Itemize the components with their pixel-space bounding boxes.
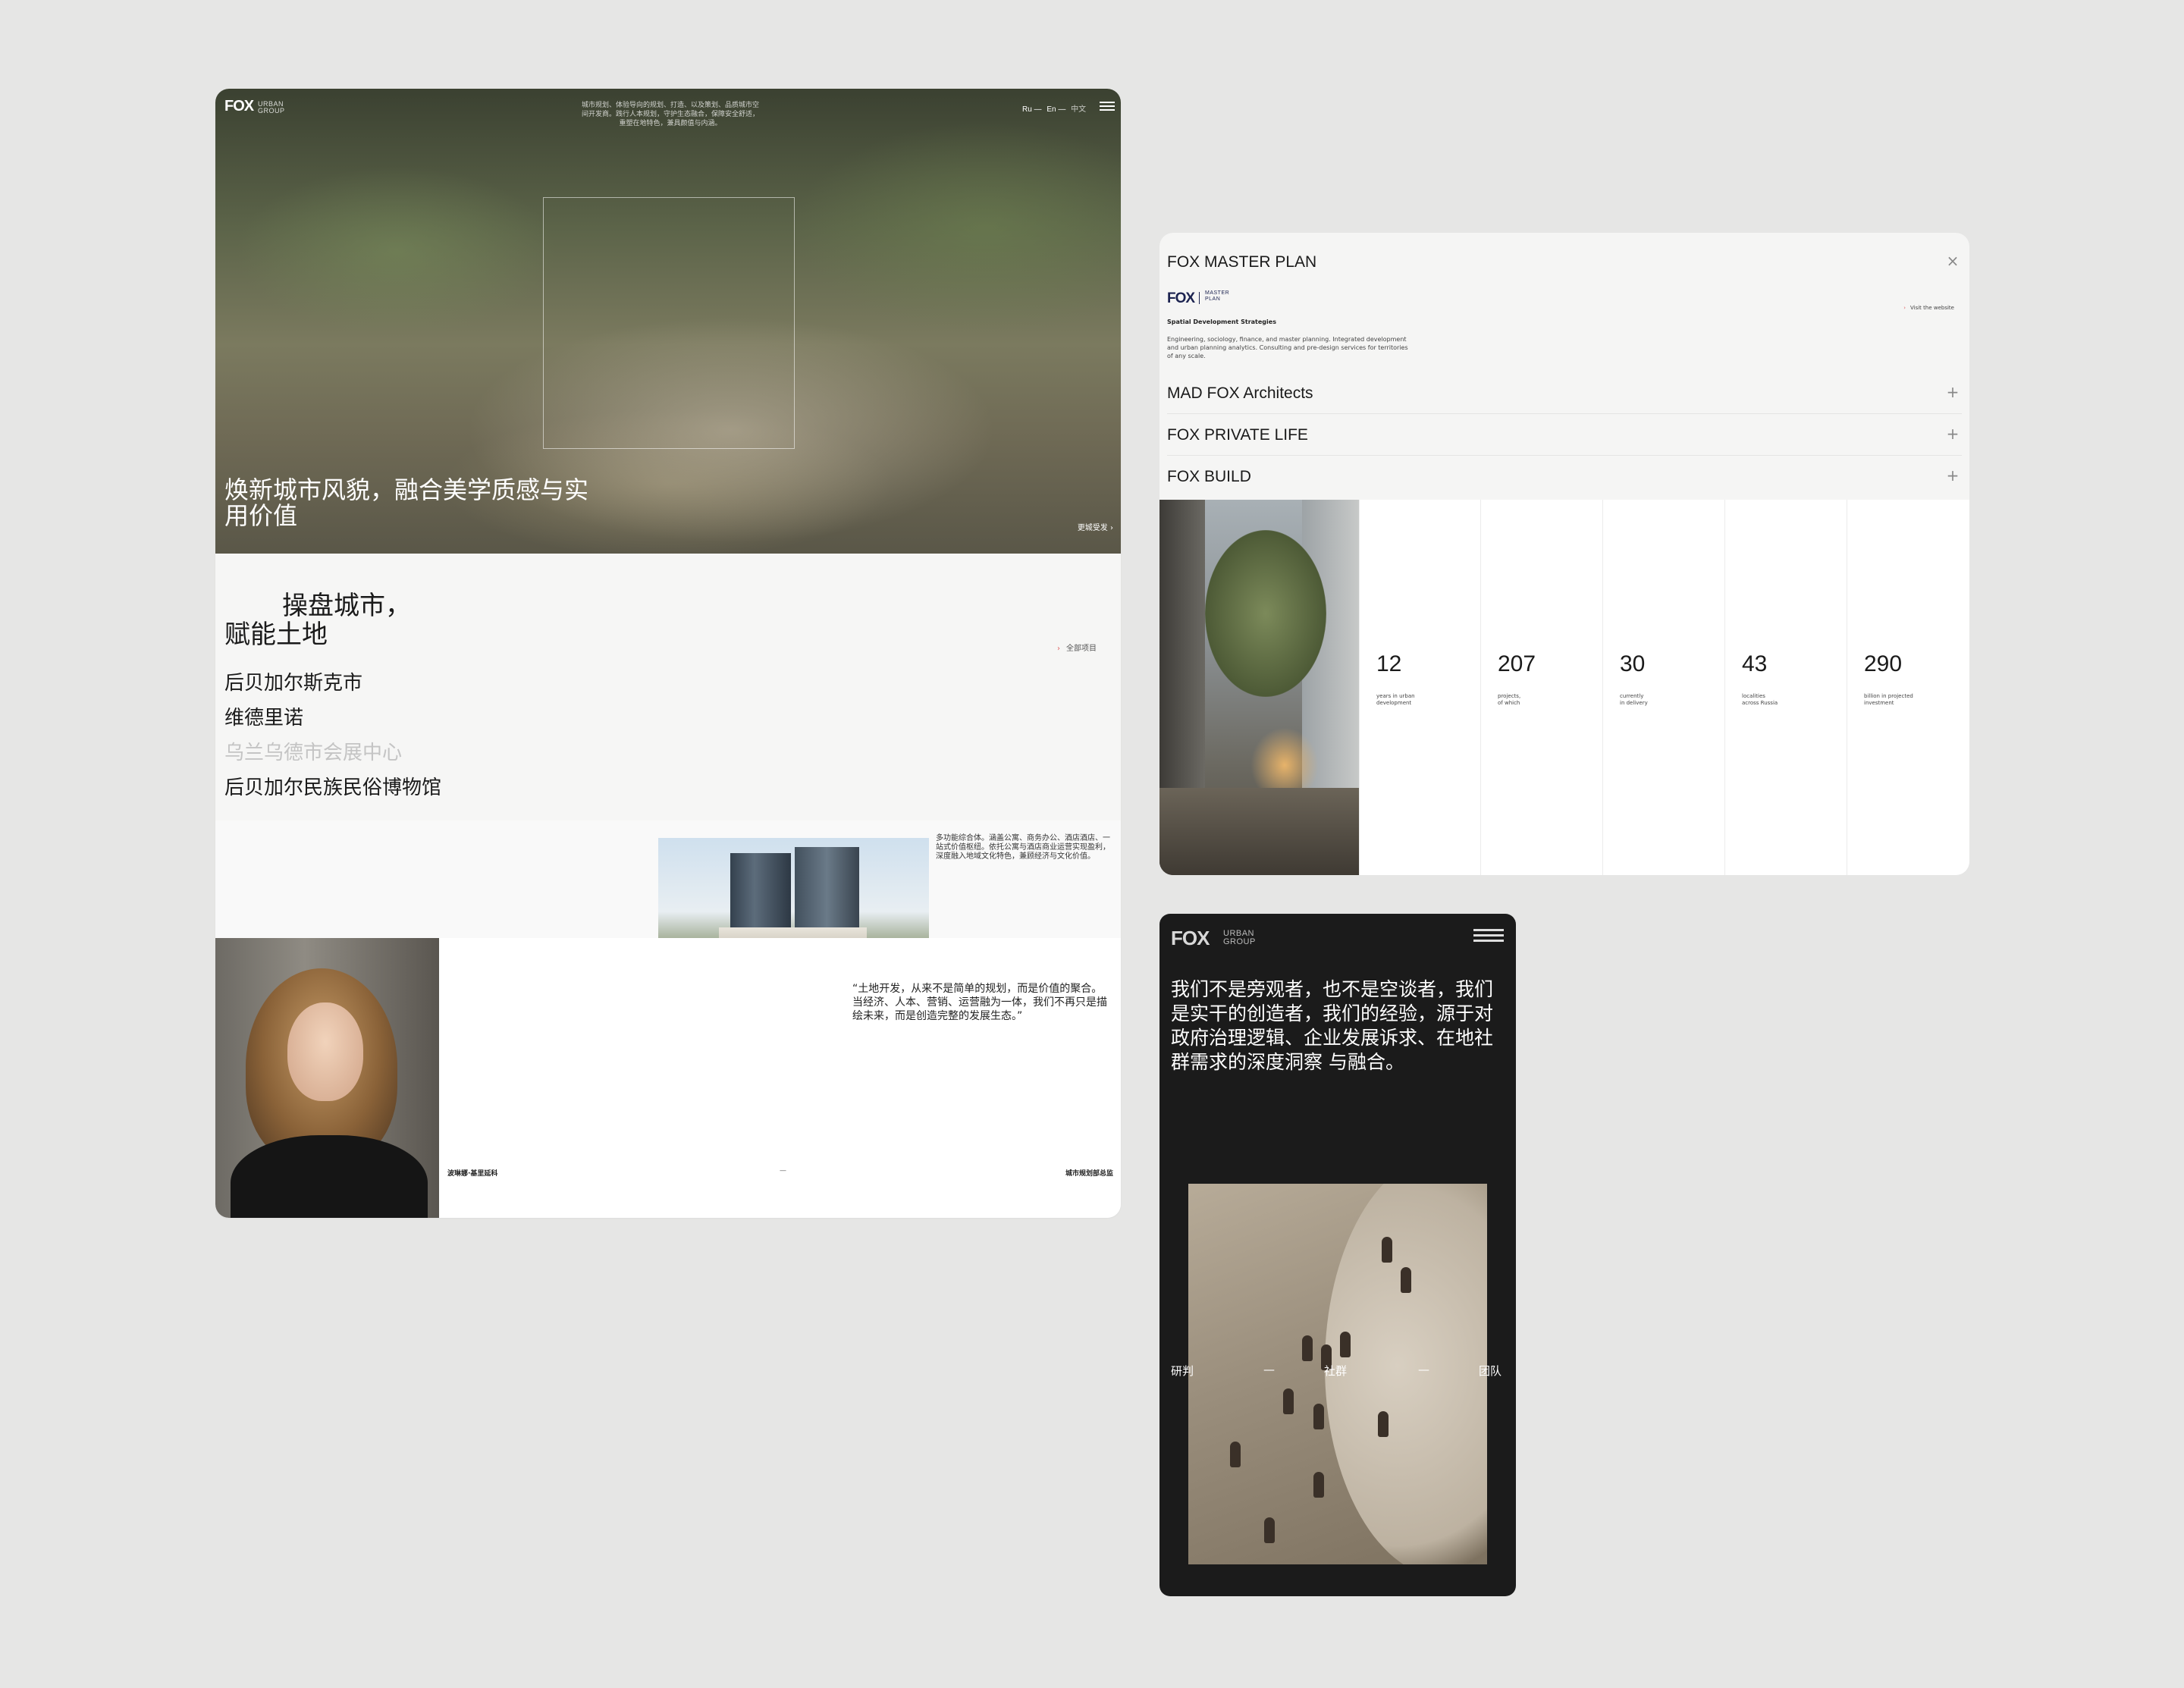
mission-statement: 我们不是旁观者，也不是空谈者，我们是实干的创造者，我们的经验，源于对政府治理逻辑… xyxy=(1171,978,1494,1073)
plus-icon[interactable]: + xyxy=(1944,466,1962,485)
divider-dash: — xyxy=(780,1167,786,1175)
master-plan-tag: Spatial Development Strategies xyxy=(1167,318,1276,325)
stat-label: billion in projected investment xyxy=(1864,693,1913,706)
stat-label: localities across Russia xyxy=(1742,693,1778,706)
stat-value: 207 xyxy=(1498,651,1536,676)
stat-column: 30 currently in delivery xyxy=(1602,500,1724,875)
project-item[interactable]: 后贝加尔民族民俗博物馆 xyxy=(224,770,441,805)
team-quote: “土地开发，从来不是简单的规划，而是价值的聚合。当经济、人本、营销、运营融为一体… xyxy=(852,983,1107,1022)
label-team: 团队 xyxy=(1479,1364,1502,1378)
stat-value: 290 xyxy=(1864,651,1903,676)
hero-more-link[interactable]: 更城受发 › xyxy=(1078,521,1113,532)
stat-column: 43 localities across Russia xyxy=(1724,500,1847,875)
header-description: 城市规划、体验导向的规划、打造、以及策划、品质城市空间开发商。践行人本规划，守护… xyxy=(581,102,759,127)
divider xyxy=(1167,413,1962,414)
label-analysis: 研判 xyxy=(1171,1364,1194,1378)
lang-en[interactable]: En — xyxy=(1046,105,1065,114)
divider-dash: — xyxy=(1418,1363,1429,1376)
divisions-card: FOX MASTER PLAN × FOX MASTER PLAN Spatial… xyxy=(1159,233,1969,875)
hero-section: FOX URBAN GROUP 城市规划、体验导向的规划、打造、以及策划、品质城市… xyxy=(215,89,1121,554)
team-member-role: 城市规划部总监 xyxy=(1065,1170,1113,1178)
team-member-photo xyxy=(215,938,439,1218)
divider xyxy=(1167,455,1962,456)
arrow-icon: › xyxy=(1057,645,1060,653)
accordion-title-fox-build[interactable]: FOX BUILD xyxy=(1167,468,1251,486)
brand-logo[interactable]: FOX xyxy=(224,98,254,115)
project-item[interactable]: 后贝加尔斯克市 xyxy=(224,666,441,701)
mobile-site-preview: FOX URBAN GROUP 我们不是旁观者，也不是空谈者，我们是实干的创造者，… xyxy=(1159,914,1516,1596)
top-navigation: FOX URBAN GROUP 城市规划、体验导向的规划、打造、以及策划、品质城市… xyxy=(215,89,1121,127)
project-item[interactable]: 维德里诺 xyxy=(224,701,441,736)
desktop-site-preview: FOX URBAN GROUP 城市规划、体验导向的规划、打造、以及策划、品质城市… xyxy=(215,89,1121,1218)
courtyard-image xyxy=(1159,500,1359,875)
project-description: 多功能综合体。涵盖公寓、商务办公、酒店酒店、一站式价值枢纽。依托公寓与酒店商业运… xyxy=(936,834,1110,861)
language-switcher: Ru — En — 中文 xyxy=(1022,102,1089,114)
stat-column: 207 projects, of which xyxy=(1480,500,1602,875)
stat-value: 30 xyxy=(1620,651,1646,676)
stat-column: 290 billion in projected investment xyxy=(1847,500,1969,875)
stats-section: 12 years in urban development 207 projec… xyxy=(1159,500,1969,875)
stat-column: 12 years in urban development xyxy=(1359,500,1481,875)
team-section: “土地开发，从来不是简单的规划，而是价值的聚合。当经济、人本、营销、运营融为一体… xyxy=(215,938,1121,1218)
all-projects-link[interactable]: › 全部项目 xyxy=(1057,642,1097,653)
lang-ru[interactable]: Ru — xyxy=(1022,105,1042,114)
stat-value: 12 xyxy=(1376,651,1402,676)
team-member-name: 波琳娜·基里延科 xyxy=(447,1170,498,1178)
menu-icon[interactable] xyxy=(1100,102,1115,112)
menu-icon[interactable] xyxy=(1473,929,1504,944)
plus-icon[interactable]: + xyxy=(1944,383,1962,401)
focus-frame xyxy=(543,197,795,449)
stat-value: 43 xyxy=(1742,651,1768,676)
project-item-active[interactable]: 乌兰乌德市会展中心 xyxy=(224,736,441,770)
project-list: 后贝加尔斯克市 维德里诺 乌兰乌德市会展中心 后贝加尔民族民俗博物馆 xyxy=(224,666,441,805)
accordion-title-master-plan[interactable]: FOX MASTER PLAN xyxy=(1167,253,1316,271)
divider-dash: — xyxy=(1263,1363,1275,1376)
lang-zh[interactable]: 中文 xyxy=(1071,105,1086,114)
plus-icon[interactable]: + xyxy=(1944,425,1962,443)
close-icon[interactable]: × xyxy=(1944,252,1962,270)
visit-website-link[interactable]: › Visit the website xyxy=(1903,305,1954,311)
hero-title: 焕新城市风貌，融合美学质感与实用价值 xyxy=(224,475,589,530)
brand-logo-sub: URBAN GROUP xyxy=(258,100,285,115)
stat-label: years in urban development xyxy=(1376,693,1415,706)
stat-label: projects, of which xyxy=(1498,693,1521,706)
label-community: 社群 xyxy=(1324,1364,1348,1378)
section-heading: 操盘城市， 赋能土地 xyxy=(224,591,411,650)
accordion-title-private-life[interactable]: FOX PRIVATE LIFE xyxy=(1167,426,1308,444)
accordion-title-mad-fox[interactable]: MAD FOX Architects xyxy=(1167,384,1313,403)
brand-logo[interactable]: FOX xyxy=(1171,927,1210,950)
stat-label: currently in delivery xyxy=(1620,693,1648,706)
arrow-icon: › xyxy=(1903,305,1906,311)
master-plan-description: Engineering, sociology, finance, and mas… xyxy=(1167,336,1408,359)
brand-logo-sub: URBAN GROUP xyxy=(1223,929,1256,946)
